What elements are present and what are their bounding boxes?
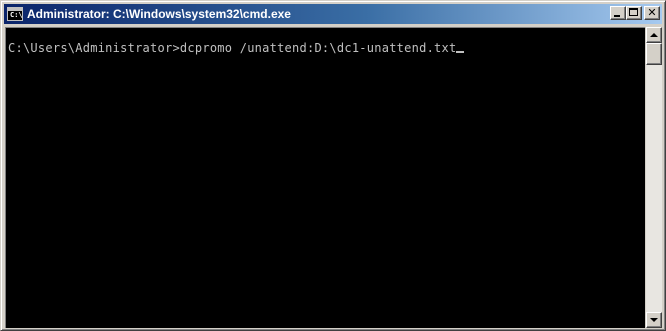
minimize-button[interactable] [610,6,626,20]
cmd-icon[interactable]: C:\ [7,7,23,21]
scroll-down-button[interactable] [646,312,662,328]
arrow-up-icon [650,33,658,37]
title-bar[interactable]: C:\ Administrator: C:\Windows\system32\c… [4,4,662,24]
text-cursor [456,51,465,53]
arrow-down-icon [650,318,658,322]
close-button[interactable]: ✕ [644,6,660,20]
minimize-icon [614,15,620,17]
console-output[interactable]: C:\Users\Administrator>dcpromo /unattend… [5,27,645,328]
cmd-window: C:\ Administrator: C:\Windows\system32\c… [0,0,666,331]
scroll-up-button[interactable] [646,27,662,43]
vertical-scrollbar[interactable] [646,27,662,328]
command-text: C:\Users\Administrator>dcpromo /unattend… [8,41,457,55]
scroll-thumb[interactable] [646,43,662,65]
caption-buttons: ✕ [610,6,660,20]
maximize-button[interactable] [626,6,642,20]
window-title: Administrator: C:\Windows\system32\cmd.e… [27,7,291,21]
console-line: C:\Users\Administrator>dcpromo /unattend… [8,41,465,55]
maximize-icon [629,8,638,16]
close-icon: ✕ [647,6,657,19]
